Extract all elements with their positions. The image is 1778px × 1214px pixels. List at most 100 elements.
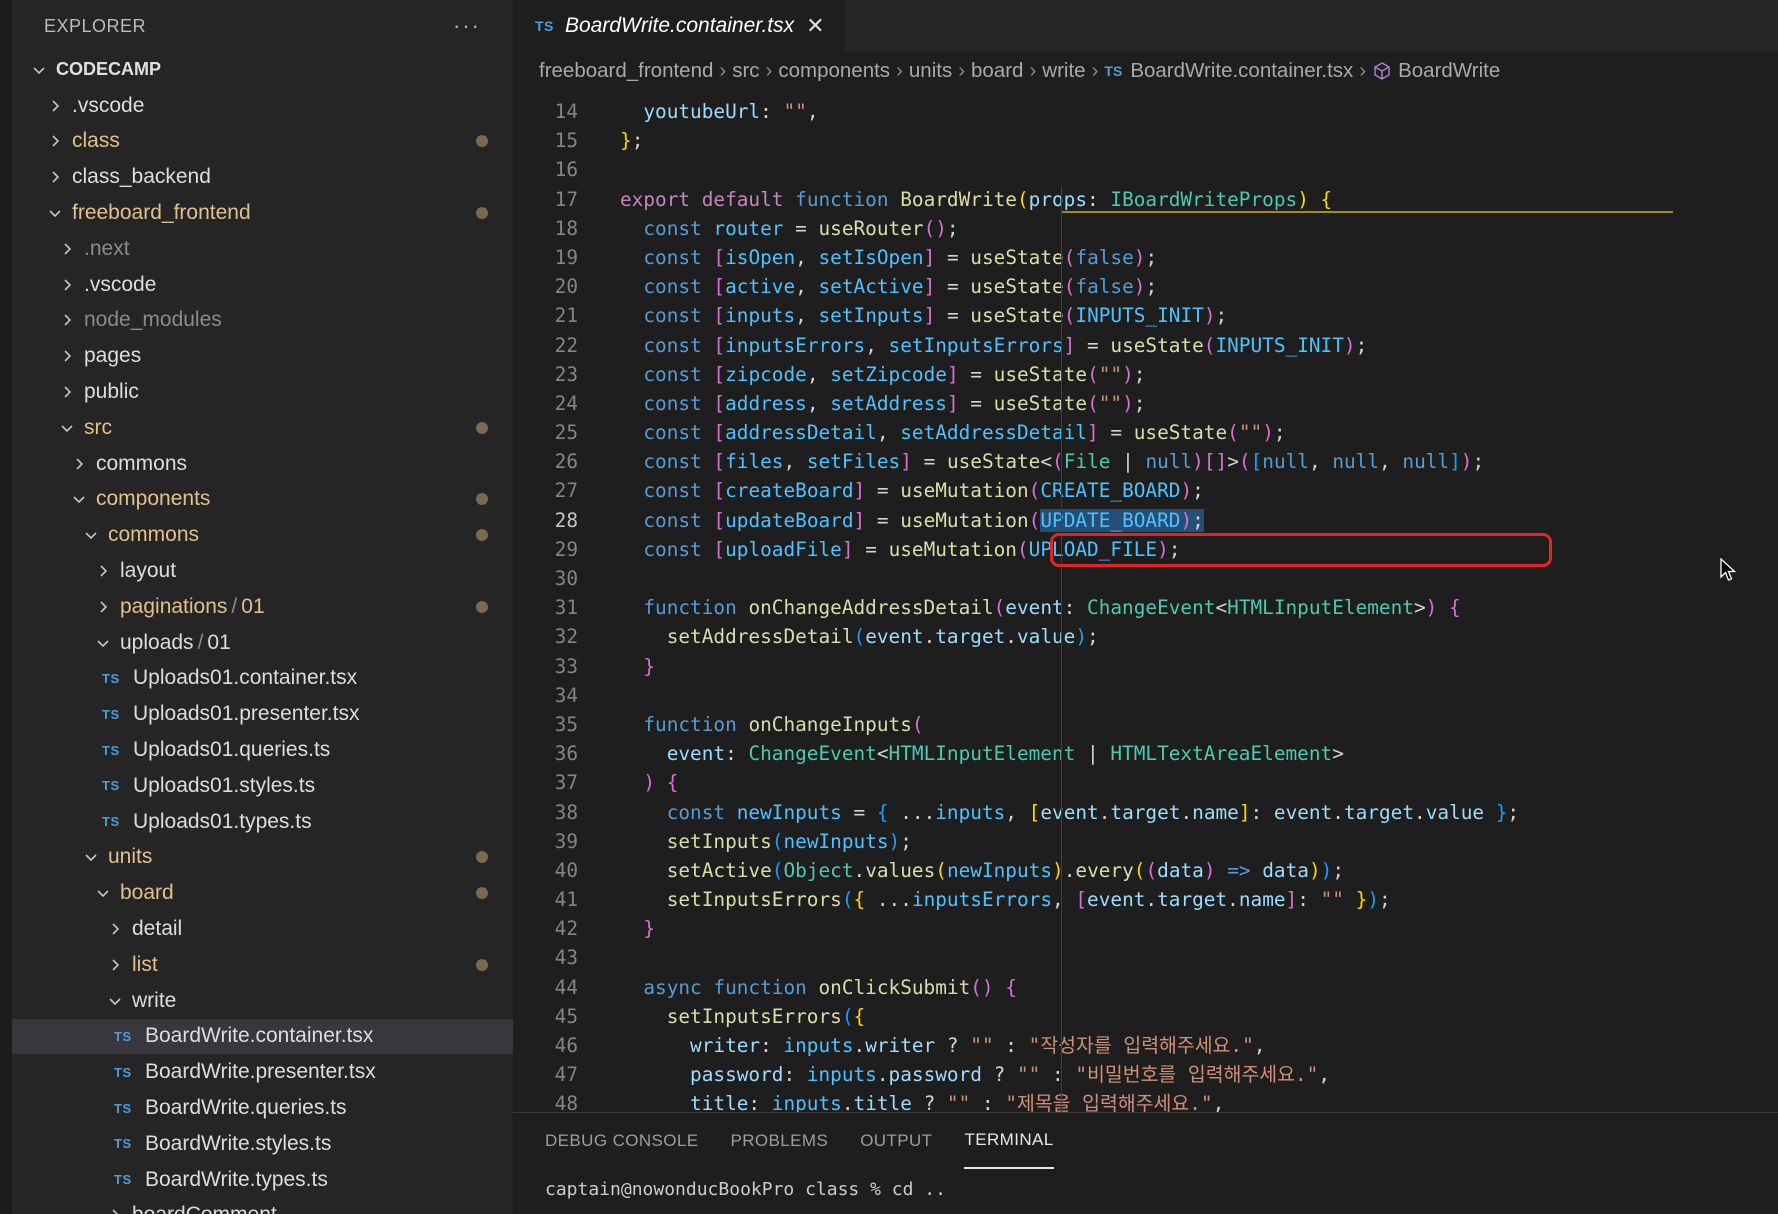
tree-folder[interactable]: freeboard_frontend — [12, 195, 513, 231]
tree-folder[interactable]: class — [12, 124, 513, 160]
tree-folder[interactable]: .vscode — [12, 88, 513, 124]
chevron-right-icon[interactable] — [95, 563, 111, 579]
code-line[interactable]: 16 — [513, 155, 1778, 184]
panel-tab[interactable]: PROBLEMS — [731, 1113, 829, 1169]
tree-folder[interactable]: paginations/01 — [12, 589, 513, 625]
tree-folder[interactable]: boardComment — [12, 1198, 513, 1214]
tree-twistie[interactable] — [68, 456, 90, 472]
code-line[interactable]: 30 — [513, 564, 1778, 593]
tree-file[interactable]: TS BoardWrite.styles.ts — [12, 1126, 513, 1162]
tree-twistie[interactable] — [92, 599, 114, 615]
code-line[interactable]: 38 const newInputs = { ...inputs, [event… — [513, 798, 1778, 827]
tree-folder[interactable]: detail — [12, 911, 513, 947]
chevron-down-icon[interactable] — [95, 885, 111, 901]
chevron-down-icon[interactable] — [107, 993, 123, 1009]
tree-twistie[interactable] — [80, 849, 102, 865]
code-line[interactable]: 40 setActive(Object.values(newInputs).ev… — [513, 856, 1778, 885]
tree-twistie[interactable] — [28, 62, 50, 78]
tree-twistie[interactable] — [44, 98, 66, 114]
tree-twistie[interactable] — [68, 491, 90, 507]
tree-file[interactable]: TS BoardWrite.queries.ts — [12, 1090, 513, 1126]
tree-folder[interactable]: commons — [12, 446, 513, 482]
breadcrumb-item[interactable]: write — [1042, 59, 1085, 83]
tree-file[interactable]: TS Uploads01.presenter.tsx — [12, 696, 513, 732]
tree-twistie[interactable] — [44, 205, 66, 221]
tree-file[interactable]: TS Uploads01.container.tsx — [12, 661, 513, 697]
tree-twistie[interactable] — [104, 1207, 126, 1214]
code-line[interactable]: 31 function onChangeAddressDetail(event:… — [513, 593, 1778, 622]
chevron-down-icon[interactable] — [83, 849, 99, 865]
code-line[interactable]: 44 async function onClickSubmit() { — [513, 973, 1778, 1002]
code-line[interactable]: 32 setAddressDetail(event.target.value); — [513, 622, 1778, 651]
chevron-right-icon[interactable] — [71, 456, 87, 472]
tree-file[interactable]: TS Uploads01.styles.ts — [12, 768, 513, 804]
tree-twistie[interactable] — [56, 312, 78, 328]
tree-twistie[interactable] — [56, 420, 78, 436]
code-line[interactable]: 19 const [isOpen, setIsOpen] = useState(… — [513, 243, 1778, 272]
chevron-right-icon[interactable] — [107, 1207, 123, 1214]
tree-twistie[interactable] — [44, 133, 66, 149]
breadcrumb-item[interactable]: units — [909, 59, 952, 83]
chevron-down-icon[interactable] — [59, 420, 75, 436]
tree-twistie[interactable] — [92, 635, 114, 651]
breadcrumb-file[interactable]: BoardWrite.container.tsx — [1130, 59, 1353, 83]
chevron-right-icon[interactable] — [59, 277, 75, 293]
code-line[interactable]: 33 } — [513, 652, 1778, 681]
tree-file[interactable]: TS BoardWrite.container.tsx — [12, 1018, 513, 1055]
chevron-right-icon[interactable] — [47, 169, 63, 185]
code-line[interactable]: 47 password: inputs.password ? "" : "비밀번… — [513, 1060, 1778, 1089]
panel-tab[interactable]: DEBUG CONSOLE — [545, 1113, 699, 1169]
chevron-down-icon[interactable] — [47, 205, 63, 221]
tree-file[interactable]: TS Uploads01.types.ts — [12, 804, 513, 840]
code-line[interactable]: 42 } — [513, 914, 1778, 943]
chevron-down-icon[interactable] — [71, 491, 87, 507]
tree-file[interactable]: TS Uploads01.queries.ts — [12, 732, 513, 768]
tree-folder[interactable]: class_backend — [12, 159, 513, 195]
breadcrumb-item[interactable]: freeboard_frontend — [539, 59, 713, 83]
code-view[interactable]: 14 youtubeUrl: "", 15}; 16 17 export default… — [513, 97, 1778, 1112]
panel-tab[interactable]: TERMINAL — [964, 1113, 1054, 1169]
chevron-right-icon[interactable] — [59, 241, 75, 257]
tree-folder[interactable]: board — [12, 875, 513, 911]
tree-twistie[interactable] — [92, 563, 114, 579]
tree-twistie[interactable] — [56, 277, 78, 293]
tree-folder[interactable]: uploads/01 — [12, 625, 513, 661]
code-line[interactable]: 37 ) { — [513, 768, 1778, 797]
tree-folder[interactable]: components — [12, 482, 513, 518]
code-line[interactable]: 46 writer: inputs.writer ? "" : "작성자를 입력… — [513, 1031, 1778, 1060]
tree-folder[interactable]: write — [12, 983, 513, 1019]
tree-folder[interactable]: node_modules — [12, 303, 513, 339]
tree-folder[interactable]: list — [12, 947, 513, 983]
code-line[interactable]: 27 const [createBoard] = useMutation(CRE… — [513, 476, 1778, 505]
tree-folder[interactable]: .vscode — [12, 267, 513, 303]
tree-folder[interactable]: layout — [12, 553, 513, 589]
tree-twistie[interactable] — [92, 885, 114, 901]
code-line[interactable]: 24 const [address, setAddress] = useStat… — [513, 389, 1778, 418]
code-line[interactable]: 17 export default function BoardWrite(pro… — [513, 185, 1778, 214]
tree-folder[interactable]: units — [12, 840, 513, 876]
tree-twistie[interactable] — [104, 993, 126, 1009]
tree-folder[interactable]: public — [12, 374, 513, 410]
terminal-line[interactable]: captain@nowonducBookPro class % cd .. — [513, 1179, 1778, 1200]
tree-file[interactable]: TS BoardWrite.presenter.tsx — [12, 1054, 513, 1090]
tree-twistie[interactable] — [44, 169, 66, 185]
code-line[interactable]: 14 youtubeUrl: "", — [513, 97, 1778, 126]
panel-tab[interactable]: OUTPUT — [860, 1113, 932, 1169]
tree-file[interactable]: TS BoardWrite.types.ts — [12, 1162, 513, 1198]
chevron-right-icon[interactable] — [107, 957, 123, 973]
code-line[interactable]: 23 const [zipcode, setZipcode] = useStat… — [513, 360, 1778, 389]
chevron-down-icon[interactable] — [95, 635, 111, 651]
code-line[interactable]: 48 title: inputs.title ? "" : "제목을 입력해주세… — [513, 1089, 1778, 1112]
breadcrumb-item[interactable]: src — [732, 59, 759, 83]
code-line[interactable]: 45 setInputsErrors({ — [513, 1002, 1778, 1031]
chevron-right-icon[interactable] — [95, 599, 111, 615]
code-line[interactable]: 41 setInputsErrors({ ...inputsErrors, [e… — [513, 885, 1778, 914]
code-line[interactable]: 35 function onChangeInputs( — [513, 710, 1778, 739]
code-line[interactable]: 18 const router = useRouter(); — [513, 214, 1778, 243]
breadcrumb-item[interactable]: components — [778, 59, 890, 83]
code-line[interactable]: 20 const [active, setActive] = useState(… — [513, 272, 1778, 301]
chevron-down-icon[interactable] — [31, 62, 47, 78]
code-line[interactable]: 26 const [files, setFiles] = useState<(F… — [513, 447, 1778, 476]
tree-root[interactable]: CODECAMP — [12, 52, 513, 88]
chevron-right-icon[interactable] — [59, 348, 75, 364]
